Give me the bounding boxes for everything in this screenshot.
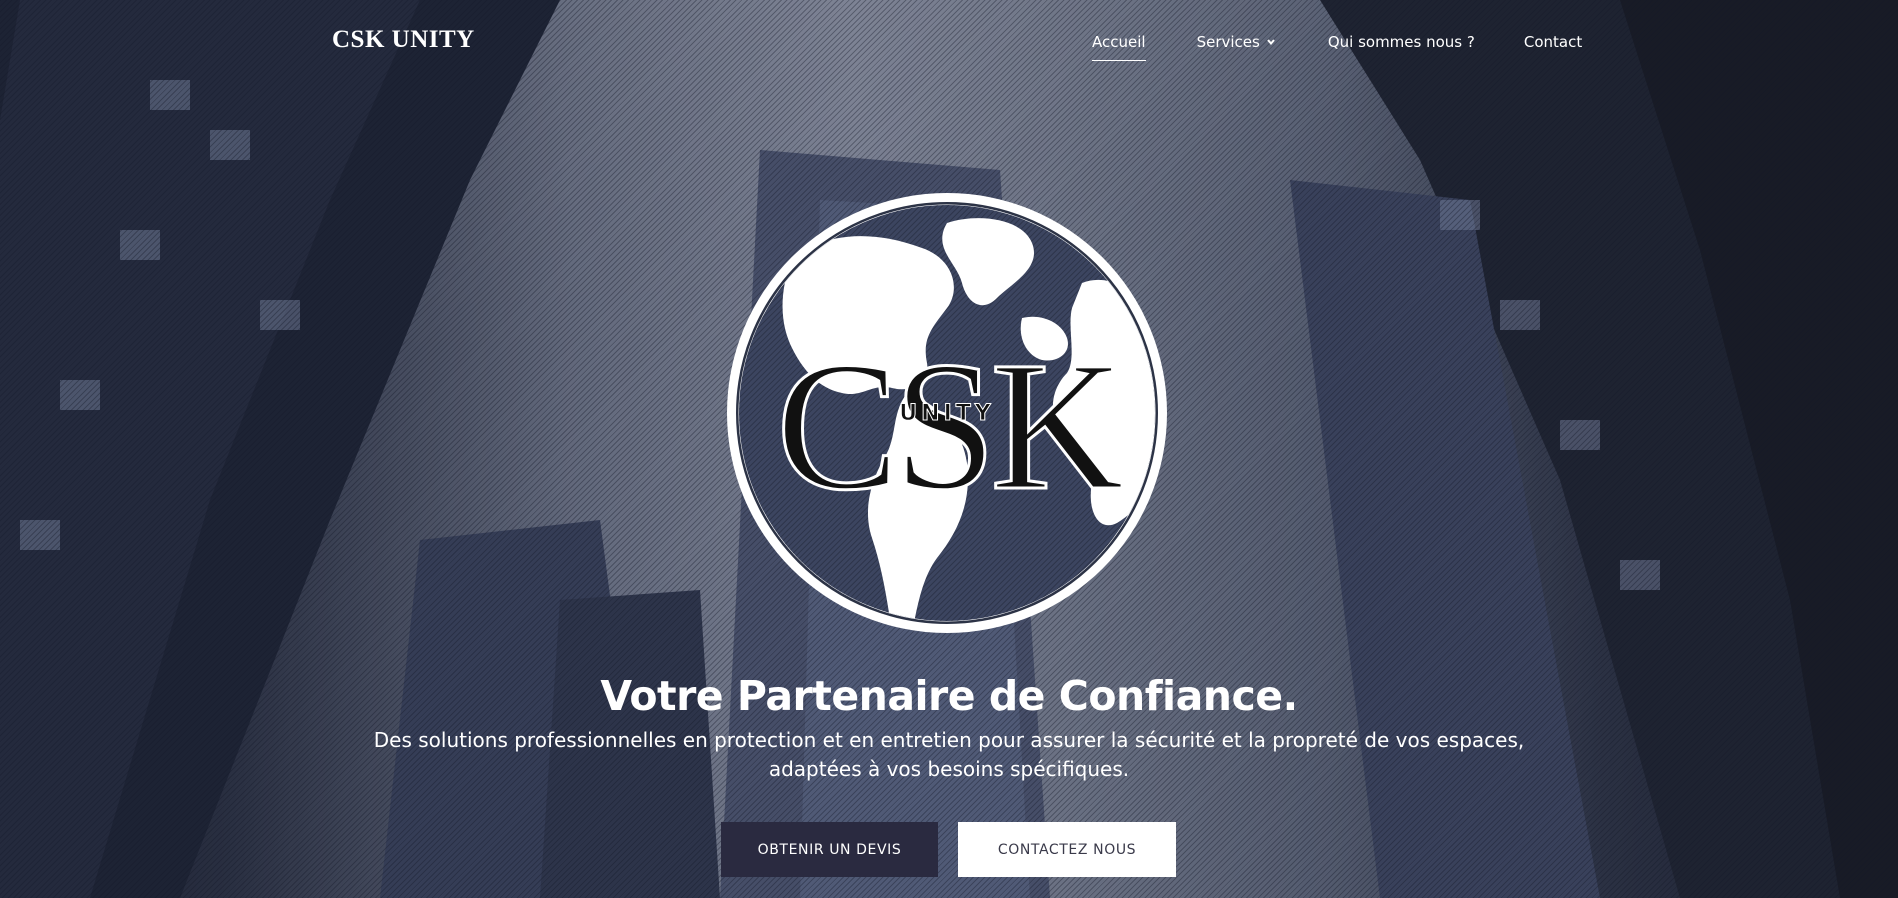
nav-item-services-label: Services <box>1196 33 1260 51</box>
brand-logo-link[interactable]: CSK UNITY <box>332 26 475 54</box>
svg-text:CSK: CSK <box>776 324 1122 529</box>
nav-item-qui-sommes-nous[interactable]: Qui sommes nous ? <box>1328 33 1475 61</box>
obtenir-devis-button[interactable]: OBTENIR UN DEVIS <box>721 822 938 877</box>
nav-item-contact[interactable]: Contact <box>1524 33 1582 61</box>
hero-subtext: Des solutions professionnelles en protec… <box>0 726 1898 784</box>
globe-icon: CSK UNITY <box>727 193 1167 633</box>
hero-subtext-line-2: adaptées à vos besoins spécifiques. <box>768 757 1130 781</box>
main-menu: Accueil Services Qui sommes nous ? Conta… <box>1092 33 1582 61</box>
top-navigation: CSK UNITY Accueil Services Qui sommes no… <box>0 0 1898 86</box>
nav-item-services[interactable]: Services <box>1197 33 1276 61</box>
hero-section: CSK UNITY Accueil Services Qui sommes no… <box>0 0 1898 898</box>
svg-text:UNITY: UNITY <box>899 401 994 426</box>
nav-item-accueil[interactable]: Accueil <box>1092 33 1146 61</box>
csk-unity-logo: CSK UNITY <box>722 188 1172 638</box>
contactez-nous-button[interactable]: CONTACTEZ NOUS <box>958 822 1176 877</box>
logo-letters: CSK UNITY <box>775 323 1130 531</box>
chevron-down-icon <box>1267 39 1275 46</box>
hero-headline: Votre Partenaire de Confiance. <box>600 672 1298 720</box>
hero-subtext-line-1: Des solutions professionnelles en protec… <box>373 728 1525 752</box>
